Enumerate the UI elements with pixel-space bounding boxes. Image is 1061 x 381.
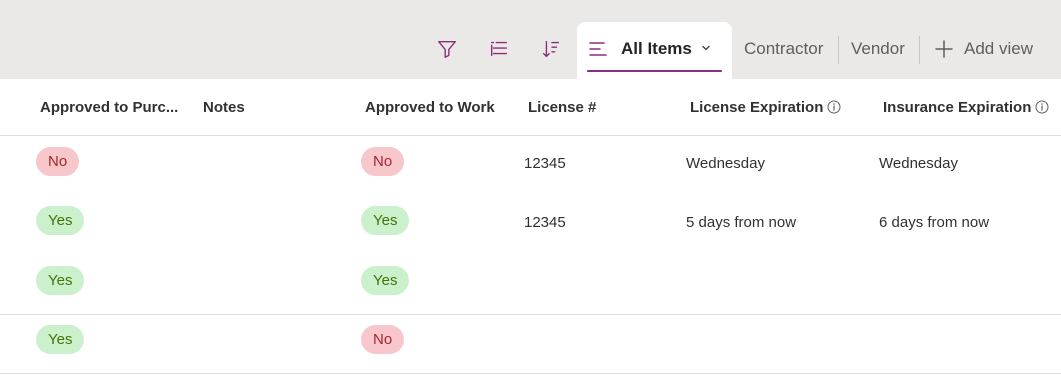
- tab-contractor[interactable]: Contractor: [744, 39, 823, 59]
- approved-to-work-badge: Yes: [361, 266, 410, 295]
- info-icon[interactable]: [827, 100, 841, 114]
- approved-to-purchase-badge: No: [36, 147, 80, 176]
- approved-to-work-badge: No: [361, 325, 405, 354]
- table-row[interactable]: Yes Yes 12345 5 days from now 6 days fro…: [0, 196, 1061, 255]
- column-header-license-number[interactable]: License #: [528, 99, 596, 116]
- license-expiration-cell: Wednesday: [686, 155, 765, 172]
- approved-to-work-badge: Yes: [361, 206, 410, 235]
- approved-to-purchase-badge: Yes: [36, 266, 85, 295]
- chevron-down-icon[interactable]: [700, 42, 712, 54]
- divider: [838, 36, 839, 64]
- active-tab-indicator: [587, 70, 722, 72]
- table-row[interactable]: Yes No: [0, 315, 1061, 374]
- insurance-expiration-cell: 6 days from now: [879, 214, 990, 231]
- approved-to-purchase-badge: Yes: [36, 206, 85, 235]
- column-header-license-expiration[interactable]: License Expiration: [690, 99, 841, 116]
- column-header-label: Insurance Expiration: [883, 99, 1032, 116]
- divider: [919, 36, 920, 64]
- column-header-row: Approved to Purc... Notes Approved to Wo…: [0, 79, 1061, 136]
- column-header-insurance-expiration[interactable]: Insurance Expiration: [883, 99, 1049, 116]
- sort-icon[interactable]: [538, 36, 564, 62]
- column-header-notes[interactable]: Notes: [203, 99, 245, 116]
- list-view-icon: [589, 42, 607, 56]
- approved-to-work-badge: No: [361, 147, 405, 176]
- table-row[interactable]: No No 12345 Wednesday Wednesday: [0, 137, 1061, 196]
- column-header-approved-to-work[interactable]: Approved to Work: [365, 99, 495, 116]
- view-toolbar: All Items Contractor Vendor Add view: [0, 0, 1061, 80]
- add-icon[interactable]: [935, 40, 953, 58]
- license-number-cell: 12345: [524, 155, 566, 172]
- add-view-button[interactable]: Add view: [964, 39, 1033, 59]
- group-icon[interactable]: [486, 36, 512, 62]
- license-expiration-cell: 5 days from now: [686, 214, 797, 231]
- info-icon[interactable]: [1035, 100, 1049, 114]
- column-header-approved-to-purchase[interactable]: Approved to Purc...: [40, 99, 178, 116]
- tab-vendor[interactable]: Vendor: [851, 39, 905, 59]
- tab-all-items-label: All Items: [621, 39, 692, 58]
- approved-to-purchase-badge: Yes: [36, 325, 85, 354]
- filter-icon[interactable]: [434, 36, 460, 62]
- table-row[interactable]: Yes Yes: [0, 256, 1061, 315]
- tab-all-items[interactable]: All Items: [577, 22, 732, 80]
- list-panel: Approved to Purc... Notes Approved to Wo…: [0, 79, 1061, 381]
- license-number-cell: 12345: [524, 214, 566, 231]
- column-header-label: License Expiration: [690, 99, 824, 116]
- insurance-expiration-cell: Wednesday: [879, 155, 958, 172]
